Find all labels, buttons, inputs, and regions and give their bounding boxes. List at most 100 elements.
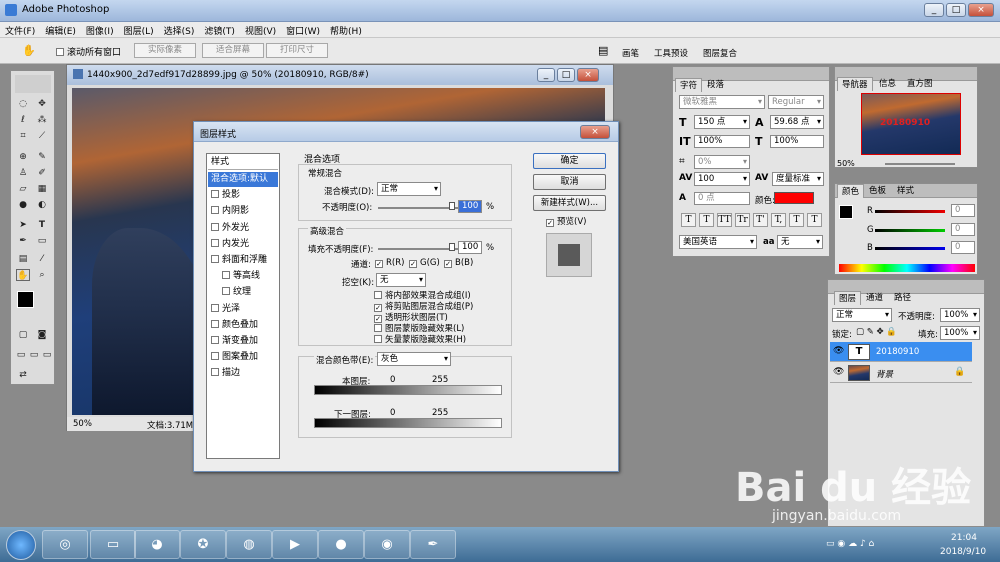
screen-mode-full-icon[interactable]: ▭ — [40, 349, 54, 361]
well-tab-layer-comps[interactable]: 图层复合 — [703, 47, 737, 59]
styles-header[interactable]: 样式 — [208, 155, 278, 170]
style-item[interactable]: 内阴影 — [208, 204, 278, 219]
standard-mode-icon[interactable]: ▢ — [16, 329, 30, 341]
option-check-box[interactable] — [374, 335, 382, 343]
option-check-box[interactable] — [374, 291, 382, 299]
path-selection-tool-icon[interactable]: ➤ — [16, 219, 30, 231]
style-checkbox[interactable] — [222, 271, 230, 280]
tab-navigator[interactable]: 导航器 — [837, 77, 873, 91]
type-style-button[interactable]: TT — [717, 213, 732, 227]
close-button[interactable]: × — [968, 3, 994, 17]
clock-date[interactable]: 2018/9/10 — [940, 547, 986, 557]
print-size-button[interactable]: 打印尺寸 — [266, 43, 328, 58]
menu-view[interactable]: 视图(V) — [240, 22, 281, 39]
layer-blend-mode-select[interactable]: 正常 — [832, 308, 892, 322]
language-select[interactable]: 美国英语 — [679, 235, 757, 249]
style-item[interactable]: 图案叠加 — [208, 350, 278, 365]
gradient-tool-icon[interactable]: ▦ — [35, 183, 49, 195]
tab-color[interactable]: 颜色 — [837, 184, 865, 198]
eyedropper-tool-icon[interactable]: ⁄ — [35, 253, 49, 265]
hand-tool-icon[interactable]: ✋ — [16, 269, 30, 281]
screen-mode-standard-icon[interactable]: ▭ — [14, 349, 28, 361]
ok-button[interactable]: 确定 — [533, 153, 606, 169]
layer-visibility-icon[interactable]: 👁 — [833, 346, 844, 356]
style-checkbox[interactable] — [211, 206, 219, 215]
tray-icons[interactable]: ▭ ◉ ☁ ♪ ⌂ — [826, 539, 874, 549]
style-item[interactable]: 内发光 — [208, 237, 278, 252]
baseline-shift-input[interactable]: 0 点 — [694, 192, 750, 205]
menu-filter[interactable]: 滤镜(T) — [199, 22, 240, 39]
option-check-box[interactable] — [374, 324, 382, 332]
style-checkbox[interactable] — [222, 287, 230, 296]
start-button[interactable] — [6, 530, 36, 560]
taskbar-firefox-icon[interactable]: ◍ — [226, 530, 272, 559]
style-item[interactable]: 纹理 — [208, 285, 278, 300]
menu-edit[interactable]: 编辑(E) — [40, 22, 81, 39]
font-size-select[interactable]: 150 点 — [694, 115, 750, 129]
layer-visibility-icon[interactable]: 👁 — [833, 367, 844, 377]
taskbar-browser-icon[interactable]: ◎ — [42, 530, 88, 559]
channel-r-checkbox[interactable]: ✓ R(R) — [375, 258, 404, 268]
clock-time[interactable]: 21:04 — [951, 533, 977, 543]
navigator-thumbnail[interactable]: 20180910 — [861, 93, 961, 155]
style-item[interactable]: 斜面和浮雕 — [208, 253, 278, 268]
palette-well-icon[interactable]: ▤ — [598, 44, 608, 57]
dialog-close-button[interactable]: × — [580, 125, 610, 139]
style-item[interactable]: 等高线 — [208, 269, 278, 284]
channel-g-checkbox[interactable]: ✓ G(G) — [409, 258, 440, 268]
minimize-button[interactable]: _ — [924, 3, 944, 17]
taskbar-qq-icon[interactable]: ◕ — [134, 530, 180, 559]
fill-opacity-slider-thumb[interactable] — [449, 243, 455, 251]
tab-character[interactable]: 字符 — [675, 78, 703, 92]
menu-layer[interactable]: 图层(L) — [119, 22, 159, 39]
taskbar-wechat-icon[interactable]: ◉ — [364, 530, 410, 559]
doc-close-button[interactable]: × — [577, 68, 599, 82]
blend-mode-select[interactable]: 正常 — [377, 182, 441, 196]
doc-minimize-button[interactable]: _ — [537, 68, 555, 82]
knockout-select[interactable]: 无 — [376, 273, 426, 287]
blend-if-select[interactable]: 灰色 — [377, 352, 451, 366]
healing-brush-tool-icon[interactable]: ⊕ — [16, 151, 30, 163]
brush-tool-icon[interactable]: ✎ — [35, 151, 49, 163]
well-tab-brushes[interactable]: 画笔 — [622, 47, 639, 59]
advanced-option-checkbox[interactable]: 矢量蒙版隐藏效果(H) — [374, 333, 466, 345]
style-checkbox[interactable] — [211, 352, 219, 361]
horizontal-scale-input[interactable]: 100% — [770, 135, 824, 148]
maximize-button[interactable]: □ — [946, 3, 966, 17]
tab-paragraph[interactable]: 段落 — [703, 78, 728, 92]
layer-row[interactable]: 👁 T 20180910 — [830, 342, 972, 362]
style-checkbox[interactable] — [211, 238, 219, 247]
marquee-tool-icon[interactable]: ◌ — [16, 98, 30, 110]
type-style-button[interactable]: Tr — [735, 213, 750, 227]
lock-icons[interactable]: ▢ ✎ ✥ 🔒 — [856, 327, 897, 337]
actual-pixels-button[interactable]: 实际像素 — [134, 43, 196, 58]
zoom-level[interactable]: 50% — [73, 419, 92, 429]
clone-stamp-tool-icon[interactable]: ♙ — [16, 167, 30, 179]
leading-select[interactable]: 59.68 点 — [770, 115, 824, 129]
style-checkbox[interactable] — [211, 368, 219, 377]
foreground-color-swatch[interactable] — [17, 291, 34, 308]
style-checkbox[interactable] — [211, 222, 219, 231]
g-input[interactable]: 0 — [951, 223, 975, 236]
navigator-zoom[interactable]: 50% — [837, 159, 855, 168]
style-item[interactable]: 混合选项:默认 — [208, 172, 278, 187]
tab-styles[interactable]: 样式 — [893, 184, 918, 198]
opacity-input[interactable]: 100 — [458, 200, 482, 213]
style-item[interactable]: 颜色叠加 — [208, 318, 278, 333]
taskbar-record-icon[interactable]: ● — [318, 530, 364, 559]
menu-window[interactable]: 窗口(W) — [281, 22, 325, 39]
navigator-zoom-slider[interactable] — [885, 163, 955, 165]
r-input[interactable]: 0 — [951, 204, 975, 217]
style-item[interactable]: 外发光 — [208, 221, 278, 236]
notes-tool-icon[interactable]: ▤ — [16, 253, 30, 265]
kern-mode-select[interactable]: 度量标准 — [772, 172, 824, 186]
b-input[interactable]: 0 — [951, 241, 975, 254]
layer-opacity-select[interactable]: 100% — [940, 308, 980, 322]
type-tool-icon[interactable]: T — [35, 219, 49, 231]
tab-histogram[interactable]: 直方图 — [903, 77, 937, 91]
opacity-slider[interactable] — [378, 207, 458, 209]
style-item[interactable]: 投影 — [208, 188, 278, 203]
crop-tool-icon[interactable]: ⌗ — [16, 130, 30, 142]
screen-mode-menu-icon[interactable]: ▭ — [27, 349, 41, 361]
fit-screen-button[interactable]: 适合屏幕 — [202, 43, 264, 58]
